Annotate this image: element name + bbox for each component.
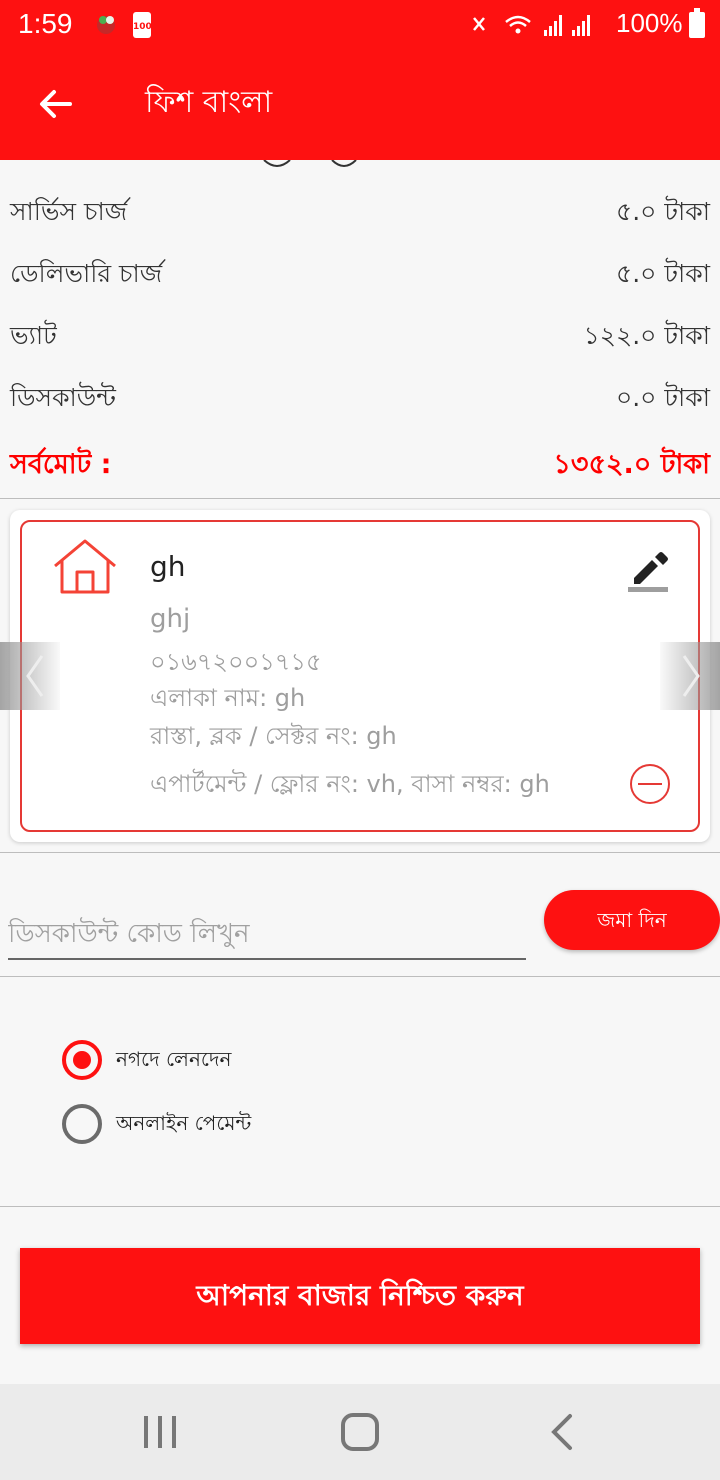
total-row: সর্বমোট : ১৩৫২.০ টাকা bbox=[10, 444, 710, 484]
address-road: রাস্তা, ব্লক / সেক্টর নং: gh bbox=[150, 722, 397, 750]
cash-payment-radio[interactable] bbox=[62, 1040, 102, 1080]
remove-circle-icon[interactable] bbox=[628, 762, 672, 806]
chevron-right-icon bbox=[682, 655, 700, 697]
page-title: ফিশ বাংলা bbox=[145, 85, 273, 120]
system-nav-bar bbox=[0, 1384, 720, 1480]
online-payment-label[interactable]: অনলাইন পেমেন্ট bbox=[116, 1109, 251, 1142]
home-icon bbox=[54, 539, 116, 594]
delivery-charge-row: ডেলিভারি চার্জ ৫.০ টাকা bbox=[10, 254, 710, 294]
recent-apps-icon[interactable] bbox=[138, 1412, 182, 1452]
cash-payment-label[interactable]: নগদে লেনদেন bbox=[116, 1045, 231, 1078]
vat-label: ভ্যাট bbox=[10, 321, 57, 350]
discount-value: ০.০ টাকা bbox=[615, 383, 710, 412]
carousel-prev-button[interactable] bbox=[0, 642, 60, 710]
home-button-icon[interactable] bbox=[338, 1412, 382, 1452]
app-bar: ফিশ বাংলা bbox=[0, 50, 720, 160]
address-apartment: এপার্টমেন্ট / ফ্লোর নং: vh, বাসা নম্বর: … bbox=[150, 770, 550, 798]
discount-row: ডিসকাউন্ট ০.০ টাকা bbox=[10, 378, 710, 418]
service-charge-row: সার্ভিস চার্জ ৫.০ টাকা bbox=[10, 192, 710, 232]
vat-row: ভ্যাট ১২২.০ টাকা bbox=[10, 316, 710, 356]
address-card-border: gh ghj ০১৬৭২০০১৭১৫ এলাকা নাম: gh রাস্তা,… bbox=[20, 520, 700, 832]
divider bbox=[0, 498, 720, 499]
apply-discount-button[interactable]: জমা দিন bbox=[544, 890, 720, 950]
address-line: ghj bbox=[150, 604, 191, 634]
total-label: সর্বমোট : bbox=[10, 449, 112, 480]
discount-code-input[interactable] bbox=[8, 898, 526, 960]
status-bar: 1:59 100 100% bbox=[0, 0, 720, 50]
delivery-charge-label: ডেলিভারি চার্জ bbox=[10, 259, 163, 288]
confirm-order-button[interactable]: আপনার বাজার নিশ্চিত করুন bbox=[20, 1248, 700, 1344]
service-charge-label: সার্ভিস চার্জ bbox=[10, 197, 128, 226]
discount-label: ডিসকাউন্ট bbox=[10, 383, 116, 412]
carousel-next-button[interactable] bbox=[660, 642, 720, 710]
app-notification-icon bbox=[97, 16, 115, 34]
online-payment-radio[interactable] bbox=[62, 1104, 102, 1144]
back-nav-icon[interactable] bbox=[540, 1412, 584, 1452]
edit-icon[interactable] bbox=[628, 548, 672, 592]
chevron-left-icon bbox=[26, 655, 44, 697]
battery-notification-icon: 100 bbox=[133, 12, 152, 38]
back-arrow-icon[interactable] bbox=[36, 84, 76, 124]
address-name: gh bbox=[150, 550, 186, 583]
battery-icon bbox=[689, 8, 705, 38]
address-phone: ০১৬৭২০০১৭১৫ bbox=[150, 648, 322, 676]
signal-icons bbox=[473, 15, 590, 36]
divider bbox=[0, 852, 720, 853]
divider bbox=[0, 976, 720, 977]
total-value: ১৩৫২.০ টাকা bbox=[553, 449, 710, 480]
vat-value: ১২২.০ টাকা bbox=[583, 321, 711, 350]
status-time: 1:59 bbox=[18, 8, 73, 39]
quantity-controls-partial bbox=[263, 160, 357, 167]
delivery-charge-value: ৫.০ টাকা bbox=[616, 259, 710, 288]
address-card[interactable]: gh ghj ০১৬৭২০০১৭১৫ এলাকা নাম: gh রাস্তা,… bbox=[10, 510, 710, 842]
service-charge-value: ৫.০ টাকা bbox=[616, 197, 710, 226]
divider bbox=[0, 1206, 720, 1207]
address-area: এলাকা নাম: gh bbox=[150, 684, 306, 712]
battery-percent: 100% bbox=[616, 8, 683, 38]
